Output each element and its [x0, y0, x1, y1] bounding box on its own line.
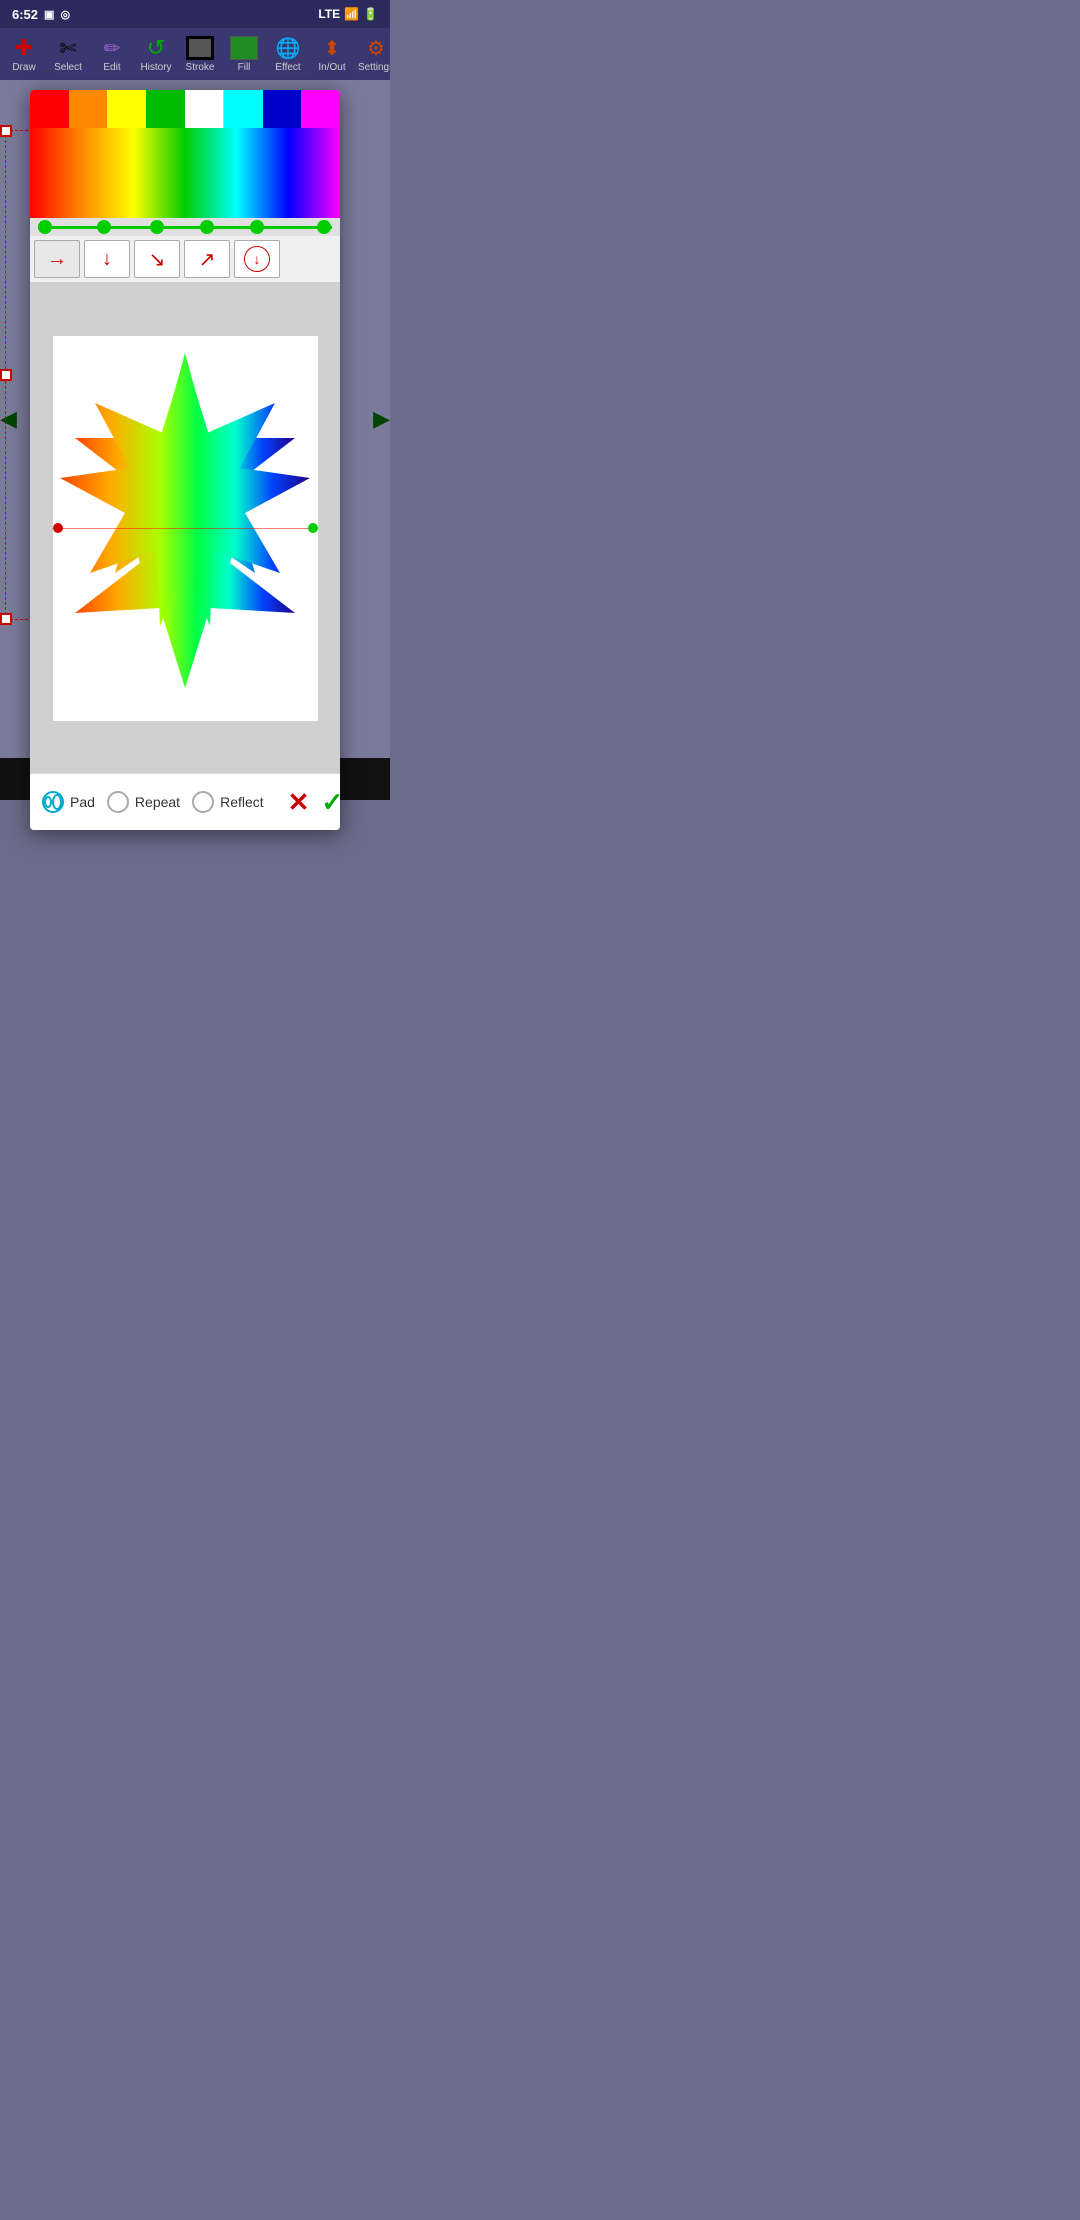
reflect-radio[interactable]: [192, 791, 214, 813]
dir-diag-up-icon: ↗: [199, 247, 216, 272]
inout-icon: ⬍: [324, 36, 341, 61]
select-label: Select: [54, 62, 82, 73]
dir-diagonal-up[interactable]: ↗: [184, 240, 230, 278]
swatch-red[interactable]: [30, 90, 69, 128]
toolbar-fill[interactable]: Fill: [222, 30, 266, 78]
history-icon: ↺: [147, 35, 165, 61]
slider-dot-1[interactable]: [97, 220, 111, 234]
cancel-button[interactable]: ✕: [288, 784, 310, 820]
dir-radial[interactable]: ↓: [234, 240, 280, 278]
right-arrow[interactable]: ▶: [373, 406, 390, 432]
handle-ml[interactable]: [0, 369, 12, 381]
sim-icon: ▣: [44, 8, 54, 21]
confirm-button[interactable]: ✓: [321, 784, 340, 820]
toolbar-settings[interactable]: ⚙ Settings: [354, 30, 390, 78]
status-left: 6:52 ▣ ◎: [12, 7, 70, 22]
edit-icon: ✏: [104, 36, 121, 61]
effect-icon: 🌐: [276, 36, 301, 61]
dir-diag-down-icon: ↘: [149, 247, 166, 272]
repeat-radio[interactable]: [107, 791, 129, 813]
pad-radio[interactable]: [42, 791, 64, 813]
pad-option[interactable]: Pad: [42, 791, 95, 813]
swatch-white[interactable]: [185, 90, 225, 128]
canvas-area: ◀ ▶: [0, 80, 390, 758]
preview-area: [30, 283, 340, 773]
bottom-controls: Pad Repeat Reflect ✕: [30, 773, 340, 830]
toolbar-inout[interactable]: ⬍ In/Out: [310, 30, 354, 78]
dir-right[interactable]: →: [34, 240, 80, 278]
battery-icon: 🔋: [363, 7, 378, 21]
repeat-option[interactable]: Repeat: [107, 791, 180, 813]
gradient-line: [53, 528, 318, 529]
page: 6:52 ▣ ◎ LTE 📶 🔋 ✚ Draw ✄ Select ✏ Edit …: [0, 0, 390, 800]
lte-label: LTE: [318, 7, 340, 21]
slider-dot-0[interactable]: [38, 220, 52, 234]
gradient-bar[interactable]: [30, 128, 340, 218]
gradient-dialog: → ↓ ↘ ↗ ↓: [30, 90, 340, 830]
inout-label: In/Out: [318, 62, 345, 73]
swatch-green[interactable]: [146, 90, 185, 128]
time: 6:52: [12, 7, 38, 22]
slider-dot-5[interactable]: [317, 220, 331, 234]
slider-dot-3[interactable]: [200, 220, 214, 234]
gradient-start-handle[interactable]: [53, 523, 63, 533]
toolbar-history[interactable]: ↺ History: [134, 30, 178, 78]
dir-down-icon: ↓: [102, 248, 112, 271]
slider-line: [38, 226, 332, 229]
dir-right-icon: →: [47, 248, 67, 271]
slider-dot-2[interactable]: [150, 220, 164, 234]
signal-bars: 📶: [344, 7, 359, 21]
status-bar: 6:52 ▣ ◎ LTE 📶 🔋: [0, 0, 390, 28]
gradient-slider[interactable]: [30, 218, 340, 236]
gradient-end-handle[interactable]: [308, 523, 318, 533]
swatch-cyan[interactable]: [224, 90, 263, 128]
cancel-icon: ✕: [288, 787, 310, 818]
color-swatches-row: [30, 90, 340, 128]
repeat-label: Repeat: [135, 794, 180, 810]
swatch-orange[interactable]: [69, 90, 108, 128]
handle-bl[interactable]: [0, 613, 12, 625]
toolbar-stroke[interactable]: Stroke: [178, 30, 222, 78]
dir-down[interactable]: ↓: [84, 240, 130, 278]
left-arrow[interactable]: ◀: [0, 406, 17, 432]
effect-label: Effect: [275, 62, 300, 73]
toolbar-effect[interactable]: 🌐 Effect: [266, 30, 310, 78]
settings-icon: ⚙: [367, 36, 385, 61]
dir-radial-icon: ↓: [244, 246, 270, 272]
toolbar-select[interactable]: ✄ Select: [46, 30, 90, 78]
swatch-yellow[interactable]: [107, 90, 146, 128]
slider-dot-4[interactable]: [250, 220, 264, 234]
select-icon: ✄: [60, 36, 77, 61]
pad-label: Pad: [70, 794, 95, 810]
signal-icon: ◎: [60, 8, 70, 21]
toolbar-edit[interactable]: ✏ Edit: [90, 30, 134, 78]
draw-label: Draw: [12, 62, 35, 73]
draw-icon: ✚: [15, 35, 33, 61]
handle-tl[interactable]: [0, 125, 12, 137]
settings-label: Settings: [358, 62, 390, 73]
toolbar-draw[interactable]: ✚ Draw: [2, 30, 46, 78]
status-right: LTE 📶 🔋: [318, 7, 378, 21]
toolbar: ✚ Draw ✄ Select ✏ Edit ↺ History Stroke …: [0, 28, 390, 80]
stroke-label: Stroke: [186, 62, 215, 73]
reflect-option[interactable]: Reflect: [192, 791, 264, 813]
fill-label: Fill: [238, 62, 251, 73]
dir-diagonal-down[interactable]: ↘: [134, 240, 180, 278]
preview-white-box: [53, 336, 318, 721]
reflect-label: Reflect: [220, 794, 264, 810]
direction-buttons: → ↓ ↘ ↗ ↓: [30, 236, 340, 283]
history-label: History: [140, 62, 171, 73]
confirm-icon: ✓: [321, 787, 340, 818]
swatch-blue[interactable]: [263, 90, 302, 128]
edit-label: Edit: [103, 62, 120, 73]
swatch-magenta[interactable]: [301, 90, 340, 128]
pad-radio-dot: [44, 796, 52, 808]
